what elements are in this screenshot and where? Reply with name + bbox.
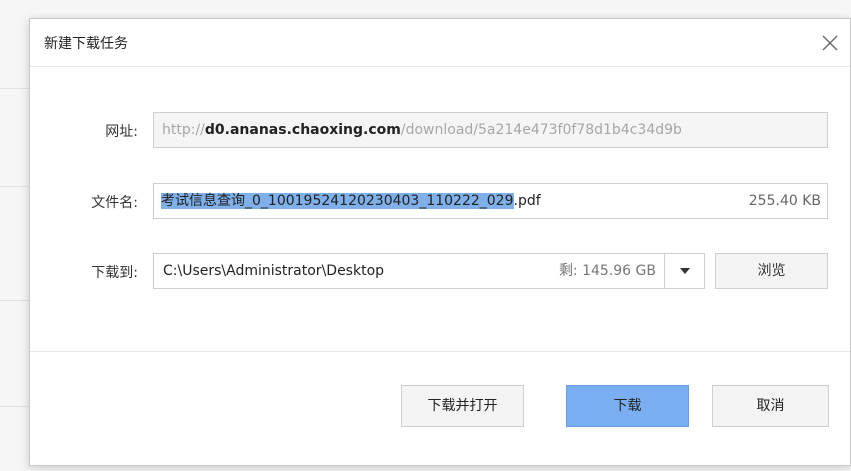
close-button[interactable] [810,23,850,63]
bg-divider [0,300,30,301]
url-row: 网址: http://d0.ananas.chaoxing.com/downlo… [30,112,850,148]
filename-label: 文件名: [91,195,138,211]
filename-extension: .pdf [513,193,541,209]
dialog-titlebar: 新建下载任务 [30,19,850,67]
filename-row: 文件名: 考试信息查询_0_10019524120230403_110222_0… [30,183,850,219]
new-download-dialog: 新建下载任务 网址: http://d0.ananas.chaoxing.com… [29,18,851,466]
save-dir-row: 下载到: C:\Users\Administrator\Desktop 剩: 14… [30,253,850,289]
download-and-open-button[interactable]: 下载并打开 [401,385,524,427]
filename-input[interactable]: 考试信息查询_0_10019524120230403_110222_029.pd… [153,183,828,219]
file-size: 255.40 KB [748,193,821,209]
save-dir-input[interactable]: C:\Users\Administrator\Desktop 剩: 145.96 … [153,253,665,289]
save-dir-dropdown-button[interactable] [664,253,705,289]
browse-button[interactable]: 浏览 [715,253,828,289]
url-path: /download/5a214e473f0f78d1b4c34d9b [400,122,682,138]
bg-divider [0,186,30,187]
bg-divider [0,406,30,407]
bg-divider [0,88,30,89]
dialog-title: 新建下载任务 [44,36,128,52]
url-prefix: http:// [162,122,205,138]
download-button[interactable]: 下载 [566,385,689,427]
footer-divider [30,351,850,352]
free-space: 剩: 145.96 GB [558,263,656,279]
url-field[interactable]: http://d0.ananas.chaoxing.com/download/5… [153,112,828,148]
cancel-button[interactable]: 取消 [712,385,829,427]
save-dir-label: 下载到: [91,265,138,281]
save-dir-path: C:\Users\Administrator\Desktop [163,263,385,279]
url-label: 网址: [105,124,138,140]
url-host: d0.ananas.chaoxing.com [204,122,401,138]
close-icon [822,35,838,51]
filename-selected-text: 考试信息查询_0_10019524120230403_110222_029 [161,193,514,209]
triangle-down-icon [679,268,690,274]
